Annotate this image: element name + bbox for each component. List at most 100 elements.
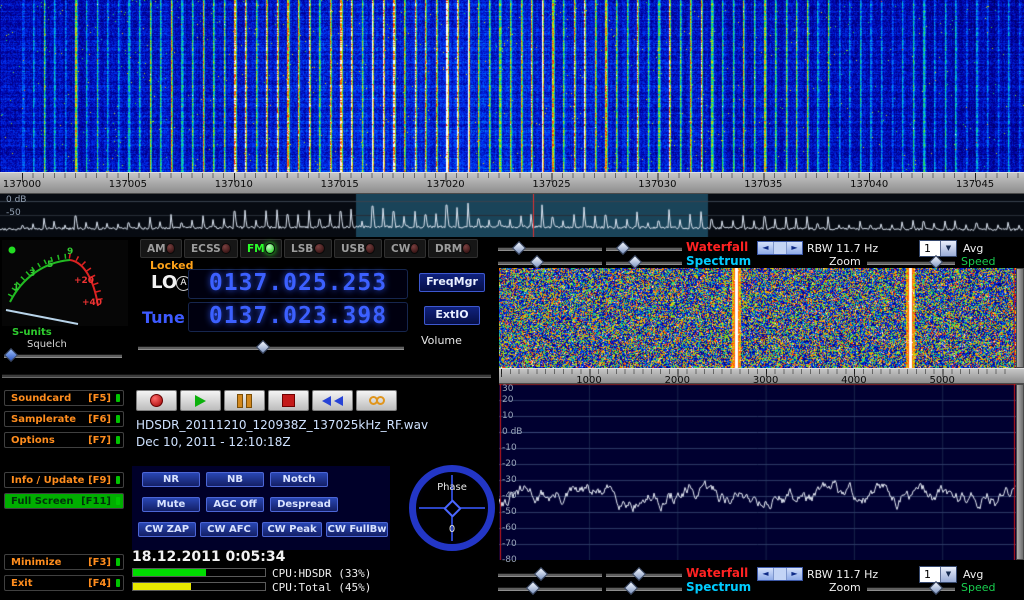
dropdown-arrow-icon[interactable]: ▼ bbox=[940, 241, 956, 256]
waterfall-brightness-slider[interactable] bbox=[498, 573, 602, 577]
despread-button[interactable]: Despread bbox=[270, 497, 338, 512]
sunits-label: S-units bbox=[12, 327, 52, 338]
slider-thumb[interactable] bbox=[929, 255, 943, 269]
avg-dropdown[interactable]: 1 ▼ bbox=[919, 566, 957, 583]
button-led-icon bbox=[116, 436, 120, 444]
spectrum-contrast-slider[interactable] bbox=[606, 587, 682, 591]
info-update-button[interactable]: Info / Update[F9] bbox=[4, 472, 124, 488]
zoom-left-arrow-icon[interactable]: ◄ bbox=[758, 242, 773, 254]
slider-thumb[interactable] bbox=[534, 567, 548, 581]
cw-afc-button[interactable]: CW AFC bbox=[200, 522, 258, 537]
spectrum-contrast-slider[interactable] bbox=[606, 261, 682, 265]
record-icon bbox=[150, 394, 163, 407]
mode-label: USB bbox=[341, 243, 365, 255]
slider-thumb[interactable] bbox=[4, 348, 18, 362]
waterfall-contrast-slider[interactable] bbox=[606, 573, 682, 577]
slider-thumb[interactable] bbox=[624, 581, 638, 595]
record-button[interactable] bbox=[136, 390, 177, 411]
zoom-scrollbar[interactable]: ◄ ► bbox=[757, 241, 803, 255]
smeter-scale-label: 5 bbox=[47, 260, 53, 270]
samplerate-button[interactable]: Samplerate[F6] bbox=[4, 411, 124, 427]
mode-label: AM bbox=[147, 243, 166, 255]
dropdown-arrow-icon[interactable]: ▼ bbox=[940, 567, 956, 582]
waterfall-label: Waterfall bbox=[686, 566, 748, 580]
exit-button[interactable]: Exit[F4] bbox=[4, 575, 124, 591]
rf-frequency-scale[interactable]: 10002000300040005000 bbox=[499, 368, 1024, 384]
main-spectrum-display[interactable]: 0 dB -50 bbox=[0, 194, 1024, 237]
cpu-hdsdr-label: CPU:HDSDR (33%) bbox=[272, 567, 371, 580]
nb-button[interactable]: NB bbox=[206, 472, 264, 487]
zoom-left-arrow-icon[interactable]: ◄ bbox=[758, 568, 773, 580]
mode-led-icon bbox=[166, 243, 175, 254]
cw-fullbw-button[interactable]: CW FullBw bbox=[326, 522, 388, 537]
slider-thumb[interactable] bbox=[512, 241, 526, 255]
waterfall-contrast-slider[interactable] bbox=[606, 247, 682, 251]
scale-tick-label: 137010 bbox=[215, 179, 253, 190]
hdsdr-window: 1370001370051370101370151370201370251370… bbox=[0, 0, 1024, 600]
main-spectrum-canvas[interactable] bbox=[0, 194, 1024, 237]
rewind-button[interactable] bbox=[312, 390, 353, 411]
zoom-right-arrow-icon[interactable]: ► bbox=[787, 242, 802, 254]
cw-peak-button[interactable]: CW Peak bbox=[262, 522, 322, 537]
rf-waterfall-display[interactable] bbox=[499, 268, 1016, 368]
waterfall-brightness-slider[interactable] bbox=[498, 247, 602, 251]
speed-slider[interactable] bbox=[867, 587, 955, 591]
lo-frequency-display[interactable]: 0137.025.253 bbox=[188, 269, 408, 299]
phase-value: 0 bbox=[406, 524, 498, 535]
zoom-track[interactable] bbox=[773, 568, 787, 580]
af-spectrum-display[interactable] bbox=[499, 384, 1016, 560]
minimize-button[interactable]: Minimize[F3] bbox=[4, 554, 124, 570]
mode-button-cw[interactable]: CW bbox=[384, 239, 426, 258]
display-control-strip-top: Waterfall ◄ ► RBW 11.7 Hz 1 ▼ Avg Spectr… bbox=[495, 238, 1024, 268]
zoom-right-arrow-icon[interactable]: ► bbox=[787, 568, 802, 580]
freqmgr-button[interactable]: FreqMgr bbox=[419, 273, 485, 292]
slider-thumb[interactable] bbox=[526, 581, 540, 595]
smeter-scale-label: +40 bbox=[82, 298, 102, 308]
smeter-scale-label: 3 bbox=[29, 269, 35, 279]
mode-button-am[interactable]: AM bbox=[140, 239, 182, 258]
volume-slider[interactable] bbox=[138, 346, 404, 350]
mode-button-usb[interactable]: USB bbox=[334, 239, 382, 258]
extio-button[interactable]: ExtIO bbox=[424, 306, 480, 325]
slider-thumb[interactable] bbox=[256, 340, 270, 354]
cpu-hdsdr-fill bbox=[133, 569, 206, 576]
tune-frequency-display[interactable]: 0137.023.398 bbox=[188, 302, 408, 332]
zoom-track[interactable] bbox=[773, 242, 787, 254]
slider-thumb[interactable] bbox=[628, 255, 642, 269]
slider-thumb[interactable] bbox=[616, 241, 630, 255]
fullscreen-button[interactable]: Full Screen[F11] bbox=[4, 493, 124, 509]
squelch-slider[interactable] bbox=[4, 354, 122, 358]
mode-button-lsb[interactable]: LSB bbox=[284, 239, 332, 258]
spectrum-brightness-slider[interactable] bbox=[498, 587, 602, 591]
slider-thumb[interactable] bbox=[929, 581, 943, 595]
scrollbar[interactable] bbox=[1016, 384, 1024, 560]
slider-thumb[interactable] bbox=[530, 255, 544, 269]
cw-zap-button[interactable]: CW ZAP bbox=[138, 522, 196, 537]
locked-label: Locked bbox=[150, 259, 193, 272]
slider-thumb[interactable] bbox=[632, 567, 646, 581]
avg-dropdown[interactable]: 1 ▼ bbox=[919, 240, 957, 257]
zoom-scrollbar[interactable]: ◄ ► bbox=[757, 567, 803, 581]
mode-button-drm[interactable]: DRM bbox=[428, 239, 478, 258]
soundcard-button[interactable]: Soundcard[F5] bbox=[4, 390, 124, 406]
mute-button[interactable]: Mute bbox=[142, 497, 200, 512]
button-key: [F5] bbox=[88, 393, 111, 404]
scrollbar[interactable] bbox=[1016, 268, 1024, 368]
loop-button[interactable] bbox=[356, 390, 397, 411]
mode-button-ecss[interactable]: ECSS bbox=[184, 239, 238, 258]
pause-button[interactable] bbox=[224, 390, 265, 411]
speed-slider[interactable] bbox=[867, 261, 955, 265]
avg-label: Avg bbox=[963, 242, 983, 255]
notch-button[interactable]: Notch bbox=[270, 472, 328, 487]
options-button[interactable]: Options[F7] bbox=[4, 432, 124, 448]
cpu-hdsdr-bar bbox=[132, 568, 266, 577]
play-button[interactable] bbox=[180, 390, 221, 411]
nr-button[interactable]: NR bbox=[142, 472, 200, 487]
spectrum-brightness-slider[interactable] bbox=[498, 261, 602, 265]
agc-off-button[interactable]: AGC Off bbox=[206, 497, 264, 512]
main-frequency-scale[interactable]: 1370001370051370101370151370201370251370… bbox=[0, 172, 1024, 194]
main-waterfall-display[interactable] bbox=[0, 0, 1024, 172]
stop-button[interactable] bbox=[268, 390, 309, 411]
mode-button-fm[interactable]: FM bbox=[240, 239, 282, 258]
scale-tick-label: 137005 bbox=[109, 179, 147, 190]
